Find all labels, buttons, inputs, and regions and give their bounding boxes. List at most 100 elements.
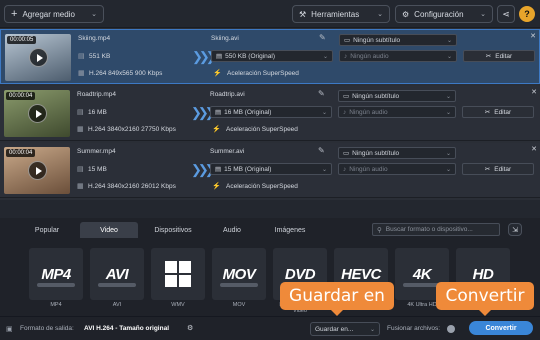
speed-icon: ⚡ (212, 183, 221, 190)
tab-imágenes[interactable]: Imágenes (258, 222, 322, 238)
convert-callout-text: Convertir (445, 286, 525, 306)
format-logo: HEVC (341, 265, 381, 283)
close-icon[interactable]: ✕ (530, 32, 536, 40)
save-to-callout-text: Guardar en (289, 286, 385, 306)
edit-button[interactable]: ✂ Editar (462, 163, 534, 175)
format-logo: MOV (222, 265, 256, 283)
video-thumbnail[interactable]: 00:00:04 (4, 90, 70, 137)
output-file-name[interactable]: Skiing.avi (211, 35, 239, 42)
format-band (220, 283, 258, 287)
subtitle-dropdown[interactable]: ▭ Ningún subtítulo ⌄ (338, 147, 456, 159)
file-row[interactable]: 00:00:04 Summer.mp4 ▤ 15 MB ▦ H.264 3840… (0, 143, 540, 198)
rename-pencil-icon[interactable]: ✎ (319, 33, 326, 42)
source-codec-info: H.264 849x565 900 Kbps (89, 70, 163, 77)
chevron-down-icon: ⌄ (377, 11, 383, 18)
add-media-button[interactable]: + Agregar medio ⌄ (4, 5, 104, 23)
settings-button[interactable]: ⚙ Configuración ⌄ (395, 5, 493, 23)
add-media-label: Agregar medio (22, 9, 75, 19)
format-tile[interactable]: AVI (90, 248, 144, 300)
share-icon: ⋖ (502, 8, 510, 19)
play-icon[interactable] (28, 104, 47, 123)
chevron-down-icon: ⌄ (445, 150, 451, 157)
output-size-dropdown[interactable]: ▤ 16 MB (Original) ⌄ (210, 106, 332, 118)
video-thumbnail[interactable]: 00:00:04 (4, 147, 70, 194)
convert-button[interactable]: Convertir (469, 321, 533, 335)
plus-icon: + (11, 8, 18, 20)
audio-dropdown[interactable]: ♪ Ningún audio ⌄ (338, 163, 456, 175)
source-file-name: Summer.mp4 (77, 148, 116, 155)
output-format-label: Formato de salida: (20, 325, 74, 332)
format-label: MP4 (50, 302, 62, 308)
tools-icon: ⚒ (299, 9, 307, 19)
play-icon[interactable] (28, 161, 47, 180)
chevron-down-icon: ⌄ (369, 326, 375, 333)
tab-dispositivos[interactable]: Dispositivos (140, 222, 206, 238)
format-band (37, 283, 75, 287)
output-size-value: 15 MB (Original) (224, 165, 272, 173)
subtitle-dropdown[interactable]: ▭ Ningún subtítulo ⌄ (339, 34, 457, 46)
output-file-name[interactable]: Summer.avi (210, 148, 244, 155)
format-tile[interactable] (151, 248, 205, 300)
chevron-down-icon: ⌄ (445, 166, 451, 173)
output-size-value: 550 KB (Original) (225, 52, 276, 60)
bottom-bar: ▣ Formato de salida: AVI H.264 - Tamaño … (0, 316, 540, 340)
top-toolbar: + Agregar medio ⌄ ⚒ Herramientas ⌄ ⚙ Con… (0, 0, 540, 28)
edit-button[interactable]: ✂ Editar (462, 106, 534, 118)
save-to-dropdown[interactable]: Guardar en... ⌄ (310, 322, 380, 336)
help-button[interactable]: ? (519, 6, 535, 22)
rename-pencil-icon[interactable]: ✎ (318, 89, 325, 98)
output-file-name[interactable]: Roadtrip.avi (210, 91, 245, 98)
timecode: 00:00:05 (7, 36, 37, 44)
subtitle-value: Ningún subtítulo (353, 36, 401, 44)
audio-icon: ♪ (343, 165, 347, 173)
export-preset-button[interactable]: ⇲ (508, 223, 522, 236)
tab-video[interactable]: Video (80, 222, 138, 238)
output-size-dropdown[interactable]: ▤ 15 MB (Original) ⌄ (210, 163, 332, 175)
play-icon[interactable] (29, 48, 48, 67)
subtitle-dropdown[interactable]: ▭ Ningún subtítulo ⌄ (338, 90, 456, 102)
help-label: ? (524, 9, 530, 19)
output-size-value: 16 MB (Original) (224, 108, 272, 116)
tab-popular[interactable]: Popular (16, 222, 78, 238)
speed-icon: ⚡ (212, 126, 221, 133)
timecode: 00:00:04 (6, 92, 36, 100)
film-icon: ▦ (77, 183, 84, 190)
audio-dropdown[interactable]: ♪ Ningún audio ⌄ (339, 50, 457, 62)
tools-label: Herramientas (311, 9, 360, 19)
format-label: WMV (171, 302, 185, 308)
audio-dropdown[interactable]: ♪ Ningún audio ⌄ (338, 106, 456, 118)
chevron-down-icon: ⌄ (321, 166, 327, 173)
close-icon[interactable]: ✕ (531, 145, 537, 153)
file-icon: ▤ (215, 166, 222, 173)
output-size-dropdown[interactable]: ▤ 550 KB (Original) ⌄ (211, 50, 333, 62)
audio-value: Ningún audio (350, 52, 389, 60)
share-button[interactable]: ⋖ (497, 5, 515, 23)
format-logo: MP4 (41, 265, 71, 283)
file-icon: ▤ (78, 53, 85, 60)
edit-label: Editar (495, 52, 513, 60)
gear-icon[interactable]: ⚙ (187, 324, 193, 332)
file-row[interactable]: 00:00:04 Roadtrip.mp4 ▤ 16 MB ▦ H.264 38… (0, 86, 540, 141)
source-codec-info: H.264 3840x2160 27750 Kbps (88, 126, 176, 133)
file-icon: ▤ (216, 53, 223, 60)
tools-button[interactable]: ⚒ Herramientas ⌄ (292, 5, 390, 23)
film-icon: ▦ (78, 70, 85, 77)
convert-arrow-icon: ❯❯❯ (192, 49, 217, 64)
chevron-down-icon: ⌄ (321, 109, 327, 116)
scissors-icon: ✂ (484, 166, 491, 173)
merge-files-toggle[interactable] (447, 325, 455, 333)
convert-callout: Convertir (436, 282, 534, 316)
video-thumbnail[interactable]: 00:00:05 (5, 34, 71, 81)
format-search-input[interactable]: ⚲ Buscar formato o dispositivo... (372, 223, 500, 236)
close-icon[interactable]: ✕ (531, 88, 537, 96)
file-row[interactable]: 00:00:05 Skiing.mp4 ▤ 551 KB ▦ H.264 849… (0, 29, 540, 84)
output-format-value[interactable]: AVI H.264 - Tamaño original (84, 325, 169, 332)
convert-arrow-icon: ❯❯❯ (191, 105, 216, 120)
tab-audio[interactable]: Audio (208, 222, 256, 238)
edit-button[interactable]: ✂ Editar (463, 50, 535, 62)
rename-pencil-icon[interactable]: ✎ (318, 146, 325, 155)
format-tile[interactable]: MOV (212, 248, 266, 300)
format-tile[interactable]: MP4 (29, 248, 83, 300)
edit-label: Editar (494, 165, 512, 173)
chevron-down-icon: ⌄ (91, 11, 97, 18)
